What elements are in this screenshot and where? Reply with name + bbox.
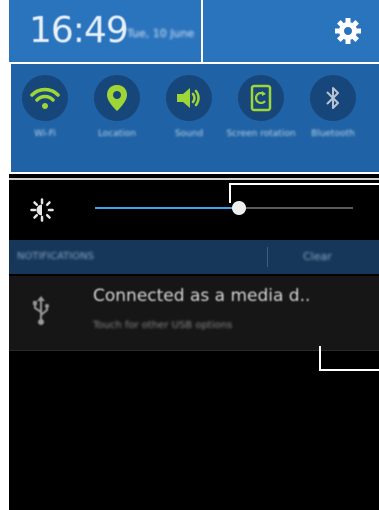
callout-line <box>229 183 379 185</box>
quick-setting-label: Screen rotation <box>226 129 296 139</box>
callout-line <box>319 369 379 371</box>
quick-setting-label: Location <box>97 129 137 139</box>
screen-rotation-icon <box>250 84 272 112</box>
notification-item[interactable]: Connected as a media d.. Touch for other… <box>9 276 379 350</box>
bluetooth-icon <box>326 87 339 109</box>
quick-setting-bluetooth[interactable]: Bluetooth <box>297 75 369 140</box>
quick-setting-screen-rotation[interactable]: Screen rotation <box>225 75 297 140</box>
brightness-slider[interactable] <box>95 201 353 215</box>
brightness-slider-thumb[interactable] <box>232 201 247 215</box>
notification-panel: 16:49 Tue, 10 June Wi-Fi Location Sound … <box>9 0 379 510</box>
date-text: Tue, 10 June <box>127 27 195 40</box>
quick-setting-location[interactable]: Location <box>81 75 153 140</box>
brightness-slider-fill <box>95 207 240 209</box>
quick-setting-sound[interactable]: Sound <box>153 75 225 140</box>
wifi-icon <box>30 87 60 109</box>
callout-line <box>9 178 379 180</box>
quick-settings-panel: Wi-Fi Location Sound Screen rotation Blu… <box>9 62 379 174</box>
clock-time: 16:49 <box>29 10 129 51</box>
quick-setting-label: Sound <box>174 129 204 139</box>
clear-button[interactable]: Clear <box>303 250 332 263</box>
brightness-control <box>9 185 379 235</box>
gear-icon[interactable] <box>333 16 363 46</box>
speaker-icon <box>177 88 200 108</box>
quick-setting-wifi[interactable]: Wi-Fi <box>9 75 81 140</box>
callout-line <box>9 62 379 64</box>
brightness-icon <box>30 198 54 222</box>
notification-title: Connected as a media d.. <box>93 286 311 306</box>
status-header: 16:49 Tue, 10 June <box>9 0 379 62</box>
callout-line <box>9 172 379 174</box>
quick-setting-label: Wi-Fi <box>34 129 56 139</box>
callout-line <box>229 183 231 203</box>
usb-icon <box>33 296 49 325</box>
location-pin-icon <box>107 85 127 111</box>
callout-line <box>9 62 11 174</box>
callout-line <box>319 346 321 370</box>
notifications-header: NOTIFICATIONS Clear <box>9 240 379 274</box>
quick-setting-label: Bluetooth <box>311 129 355 139</box>
notification-divider <box>9 350 379 351</box>
callout-line <box>201 0 203 62</box>
notification-subtitle: Touch for other USB options <box>93 320 233 331</box>
header-divider <box>267 247 268 267</box>
notifications-title: NOTIFICATIONS <box>17 251 94 262</box>
